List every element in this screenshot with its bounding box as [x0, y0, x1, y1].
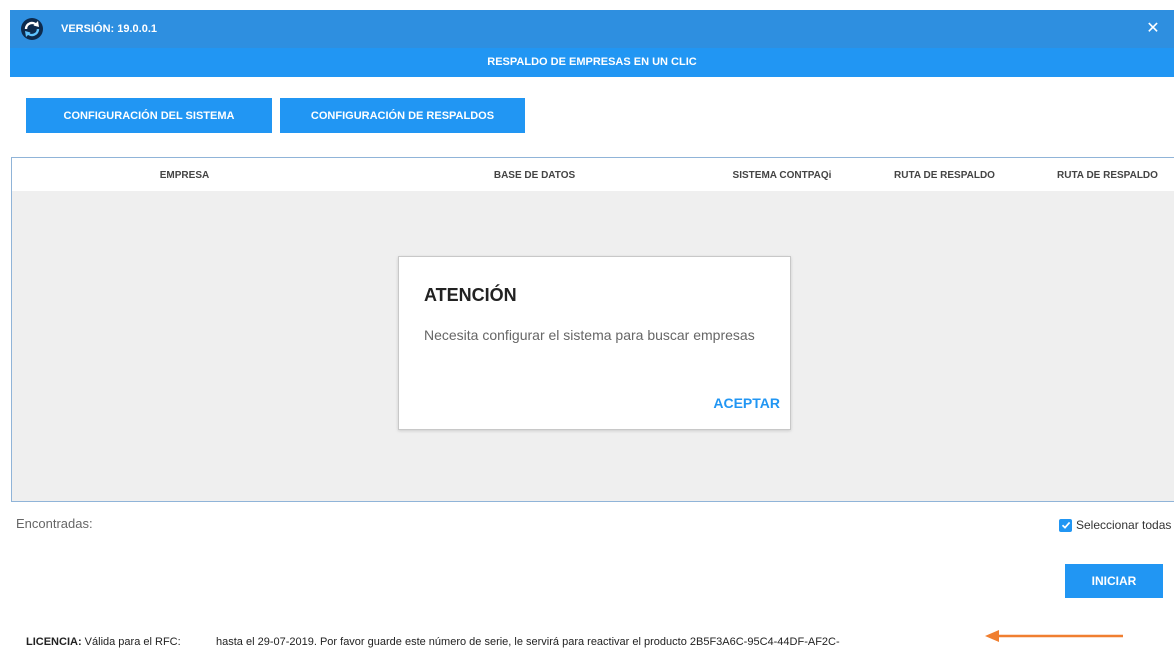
column-header-empresa[interactable]: EMPRESA	[12, 158, 357, 193]
license-prefix: LICENCIA: Válida para el RFC:	[26, 636, 181, 648]
license-label: LICENCIA:	[26, 636, 82, 648]
license-rfc-text: Válida para el RFC:	[84, 636, 181, 648]
column-header-base-de-datos[interactable]: BASE DE DATOS	[357, 158, 712, 193]
attention-dialog: ATENCIÓN Necesita configurar el sistema …	[398, 256, 791, 430]
column-header-ruta-respaldo[interactable]: RUTA DE RESPALDO	[862, 158, 1027, 193]
app-subtitle: RESPALDO DE EMPRESAS EN UN CLIC	[10, 48, 1174, 77]
accept-button[interactable]: ACEPTAR	[713, 395, 780, 411]
app-version: VERSIÓN: 19.0.0.1	[61, 23, 157, 35]
select-all-label: Seleccionar todas	[1076, 518, 1172, 532]
window-frame	[0, 0, 1174, 10]
refresh-sync-logo-icon	[21, 18, 43, 40]
backup-config-button[interactable]: CONFIGURACIÓN DE RESPALDOS	[280, 98, 525, 133]
checkmark-icon[interactable]	[1059, 518, 1072, 532]
column-header-sistema[interactable]: SISTEMA CONTPAQi	[702, 158, 862, 193]
column-header-ruta-respaldo-2[interactable]: RUTA DE RESPALDO	[1057, 158, 1174, 193]
arrow-left-icon	[985, 630, 1123, 642]
table-header: EMPRESA BASE DE DATOS SISTEMA CONTPAQi R…	[12, 158, 1174, 191]
dialog-title: ATENCIÓN	[424, 285, 517, 305]
found-count-label: Encontradas:	[16, 516, 93, 531]
close-icon[interactable]: ✕	[1142, 18, 1164, 40]
start-button[interactable]: INICIAR	[1065, 564, 1163, 598]
dialog-message: Necesita configurar el sistema para busc…	[424, 327, 755, 343]
title-bar: VERSIÓN: 19.0.0.1 ✕	[10, 10, 1174, 48]
system-config-button[interactable]: CONFIGURACIÓN DEL SISTEMA	[26, 98, 272, 133]
select-all-checkbox[interactable]: Seleccionar todas	[1059, 516, 1171, 534]
license-details: hasta el 29-07-2019. Por favor guarde es…	[216, 636, 840, 648]
